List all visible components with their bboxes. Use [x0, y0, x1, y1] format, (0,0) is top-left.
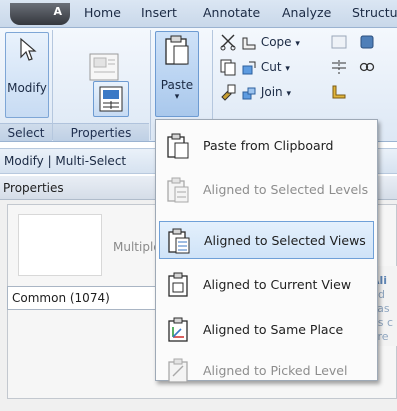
join-geometry-tool[interactable]: Join ▾: [241, 82, 291, 102]
menu-item-label: Aligned to Picked Level: [203, 363, 348, 378]
panel-label-properties: Properties: [53, 123, 149, 141]
cope-dropdown-caret[interactable]: ▾: [295, 39, 300, 49]
tab-annotate[interactable]: Annotate: [203, 5, 260, 20]
tab-home[interactable]: Home: [84, 5, 121, 20]
modify-label: Modify: [7, 81, 47, 95]
join-geometry-icon: [242, 87, 256, 99]
current-view-icon: [168, 272, 188, 297]
cut-dropdown-caret[interactable]: ▾: [285, 64, 290, 74]
cut-geometry-tool[interactable]: Cut ▾: [241, 57, 290, 77]
link-icon[interactable]: [358, 58, 376, 76]
cut-geometry-label: Cut: [260, 60, 282, 74]
levels-icon: [167, 177, 189, 203]
cope-icon: [242, 37, 256, 49]
menu-item-aligned-to-same-place[interactable]: Aligned to Same Place: [159, 311, 374, 349]
join-dropdown-caret[interactable]: ▾: [286, 89, 291, 99]
paint-icon[interactable]: [330, 83, 348, 101]
clipboard-icon: [167, 133, 189, 159]
copy-icon[interactable]: [219, 58, 237, 76]
menu-item-paste-from-clipboard[interactable]: Paste from Clipboard: [159, 127, 374, 165]
join-geometry-label: Join: [260, 85, 283, 99]
menu-item-aligned-to-selected-views[interactable]: Aligned to Selected Views: [159, 221, 374, 259]
menu-item-aligned-to-current-view[interactable]: Aligned to Current View: [159, 266, 374, 304]
category-filter-row[interactable]: Common (1074): [7, 286, 177, 310]
paste-icon: [165, 35, 189, 65]
menu-item-aligned-to-selected-levels: Aligned to Selected Levels: [159, 171, 374, 209]
cut-scissors-icon[interactable]: [219, 33, 237, 51]
type-thumbnail: [18, 214, 102, 276]
picked-level-icon: [168, 358, 188, 383]
wall-joins-icon[interactable]: [330, 33, 348, 51]
demolish-icon[interactable]: [358, 33, 376, 51]
menu-item-label: Aligned to Current View: [203, 277, 352, 292]
cope-tool[interactable]: Cope ▾: [241, 32, 300, 52]
menu-item-aligned-to-picked-level: Aligned to Picked Level: [159, 352, 374, 390]
menu-item-label: Aligned to Selected Levels: [203, 182, 369, 197]
panel-divider: [150, 30, 151, 140]
paste-button[interactable]: Paste ▾: [155, 31, 199, 117]
type-selector-label[interactable]: Multiple: [113, 240, 161, 254]
split-face-icon[interactable]: [330, 58, 348, 76]
menu-item-label: Aligned to Same Place: [203, 322, 344, 337]
properties-palette-icon: [99, 86, 123, 112]
paste-label: Paste: [160, 78, 194, 92]
type-properties-icon[interactable]: [88, 51, 124, 83]
same-place-icon: [168, 317, 188, 342]
menu-item-label: Paste from Clipboard: [203, 138, 334, 153]
app-menu-glyph: A: [53, 5, 62, 18]
tab-analyze[interactable]: Analyze: [282, 5, 331, 20]
tab-insert[interactable]: Insert: [141, 5, 177, 20]
modify-button[interactable]: Modify: [5, 32, 49, 118]
paste-dropdown-menu: Paste from Clipboard Aligned to Selected…: [155, 119, 378, 383]
tab-structure[interactable]: Structu: [352, 5, 397, 20]
cut-geometry-icon: [242, 61, 256, 74]
ribbon-tab-bar: A Home Insert Annotate Analyze Structu: [0, 0, 397, 28]
match-properties-icon[interactable]: [219, 83, 237, 101]
menu-item-label: Aligned to Selected Views: [204, 233, 366, 248]
pointer-icon: [20, 37, 37, 61]
panel-label-select: Select: [0, 123, 52, 141]
application-menu-button[interactable]: A: [10, 3, 70, 25]
properties-button[interactable]: [93, 81, 129, 117]
context-title: Modify | Multi-Select: [4, 154, 127, 168]
views-icon: [168, 228, 190, 254]
paste-dropdown-arrow: ▾: [174, 92, 180, 102]
cope-label: Cope: [260, 35, 292, 49]
